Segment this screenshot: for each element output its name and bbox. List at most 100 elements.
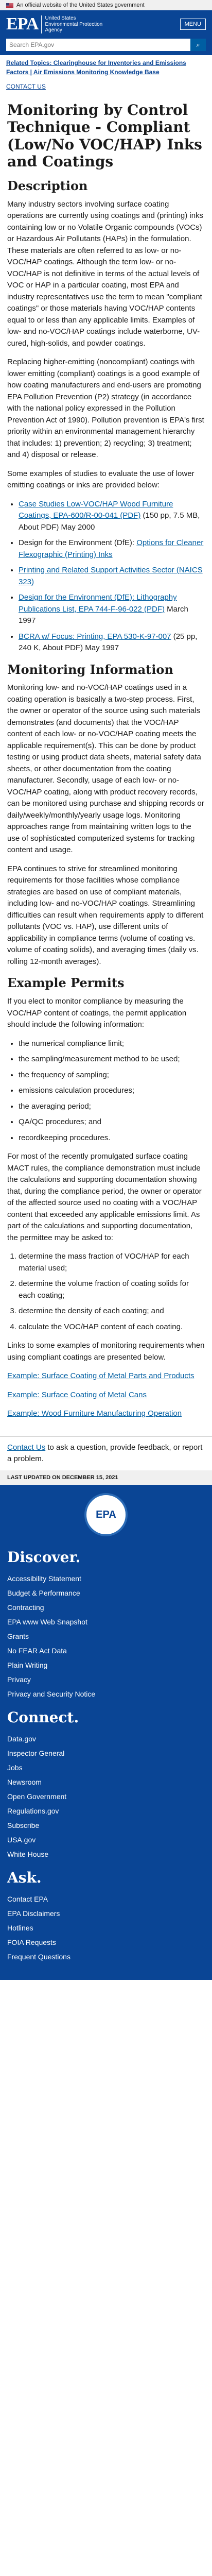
footer-link[interactable]: Frequent Questions xyxy=(7,1953,70,1961)
permit-info-list: the numerical compliance limit; the samp… xyxy=(19,1038,205,1144)
footer-link[interactable]: Budget & Performance xyxy=(7,1589,80,1597)
list-item: Grants xyxy=(7,1631,205,1642)
discover-heading: Discover. xyxy=(7,1549,81,1566)
footer-link[interactable]: Subscribe xyxy=(7,1821,39,1829)
site-footer: EPA Discover. Accessibility Statement Bu… xyxy=(0,1485,212,1980)
list-item: Newsroom xyxy=(7,1777,205,1788)
related-topics-link[interactable]: Related Topics: Clearinghouse for Invent… xyxy=(6,59,186,76)
footer-link[interactable]: White House xyxy=(7,1850,48,1858)
list-item: Inspector General xyxy=(7,1748,205,1759)
list-item: emissions calculation procedures; xyxy=(19,1085,205,1097)
study-link[interactable]: BCRA w/ Focus: Printing, EPA 530-K-97-00… xyxy=(19,632,171,641)
list-item: No FEAR Act Data xyxy=(7,1646,205,1656)
list-item: Subscribe xyxy=(7,1820,205,1831)
example-link[interactable]: Example: Surface Coating of Metal Cans xyxy=(7,1391,147,1399)
agency-name: United States Environmental Protection A… xyxy=(41,15,102,33)
list-item: Jobs xyxy=(7,1762,205,1773)
list-item: EPA Disclaimers xyxy=(7,1908,205,1919)
footer-link[interactable]: Jobs xyxy=(7,1764,23,1772)
list-item: calculate the VOC/HAP content of each co… xyxy=(19,1321,205,1333)
footer-link[interactable]: Data.gov xyxy=(7,1735,36,1743)
main-content: Monitoring by Control Technique - Compli… xyxy=(0,93,212,1431)
list-item: the numerical compliance limit; xyxy=(19,1038,205,1050)
list-item: determine the volume fraction of coating… xyxy=(19,1278,205,1301)
permits-paragraph: Links to some examples of monitoring req… xyxy=(7,1341,205,1362)
footer-link[interactable]: Privacy xyxy=(7,1675,31,1684)
list-item: BCRA w/ Focus: Printing, EPA 530-K-97-00… xyxy=(19,631,205,654)
list-item: Accessibility Statement xyxy=(7,1573,205,1584)
footer-link[interactable]: USA.gov xyxy=(7,1836,36,1844)
footer-link[interactable]: Regulations.gov xyxy=(7,1807,59,1815)
contact-us-link[interactable]: Contact Us xyxy=(7,1443,45,1452)
footer-link[interactable]: EPA www Web Snapshot xyxy=(7,1618,87,1626)
contact-us-top: CONTACT US xyxy=(0,80,212,93)
gov-banner: An official website of the United States… xyxy=(0,0,212,10)
site-header: EPA United States Environmental Protecti… xyxy=(0,10,212,55)
gov-banner-text: An official website of the United States… xyxy=(16,2,145,8)
footer-link[interactable]: Open Government xyxy=(7,1792,66,1801)
list-item: USA.gov xyxy=(7,1835,205,1845)
example-link[interactable]: Example: Wood Furniture Manufacturing Op… xyxy=(7,1409,182,1418)
last-updated: LAST UPDATED ON DECEMBER 15, 2021 xyxy=(0,1470,212,1485)
list-item: Data.gov xyxy=(7,1734,205,1744)
contact-us-top-link[interactable]: CONTACT US xyxy=(6,83,46,90)
ask-heading: Ask. xyxy=(7,1869,42,1887)
search-input[interactable] xyxy=(6,38,190,51)
footer-link[interactable]: Accessibility Statement xyxy=(7,1574,81,1583)
related-topics: Related Topics: Clearinghouse for Invent… xyxy=(0,55,212,80)
list-item: Frequent Questions xyxy=(7,1952,205,1962)
footer-link[interactable]: Newsroom xyxy=(7,1778,42,1786)
list-item: determine the mass fraction of VOC/HAP f… xyxy=(19,1251,205,1274)
list-item: Hotlines xyxy=(7,1923,205,1934)
menu-button[interactable]: MENU xyxy=(180,19,206,30)
list-item: the averaging period; xyxy=(19,1101,205,1113)
list-item: EPA www Web Snapshot xyxy=(7,1617,205,1628)
epa-seal-icon: EPA xyxy=(84,1493,128,1537)
footer-link[interactable]: FOIA Requests xyxy=(7,1938,56,1946)
permit-steps-list: determine the mass fraction of VOC/HAP f… xyxy=(19,1251,205,1333)
epa-logo[interactable]: EPA United States Environmental Protecti… xyxy=(6,15,102,33)
description-paragraph: Some examples of studies to evaluate the… xyxy=(7,469,195,490)
list-item: Plain Writing xyxy=(7,1660,205,1671)
example-link[interactable]: Example: Surface Coating of Metal Parts … xyxy=(7,1371,195,1380)
ask-list: Contact EPA EPA Disclaimers Hotlines FOI… xyxy=(7,1894,205,1962)
search-button[interactable]: ⌕ xyxy=(190,38,206,51)
example-item: Example: Wood Furniture Manufacturing Op… xyxy=(7,1408,205,1420)
footer-link[interactable]: Contact EPA xyxy=(7,1895,48,1903)
list-item: Contact EPA xyxy=(7,1894,205,1905)
list-item: Privacy xyxy=(7,1674,205,1685)
monitoring-heading: Monitoring Information xyxy=(7,662,173,677)
footer-link[interactable]: No FEAR Act Data xyxy=(7,1647,67,1655)
list-item: the sampling/measurement method to be us… xyxy=(19,1054,205,1065)
connect-list: Data.gov Inspector General Jobs Newsroom… xyxy=(7,1734,205,1860)
study-link[interactable]: Printing and Related Support Activities … xyxy=(19,566,203,586)
list-item: QA/QC procedures; and xyxy=(19,1116,205,1128)
list-item: Privacy and Security Notice xyxy=(7,1689,205,1700)
example-item: Example: Surface Coating of Metal Parts … xyxy=(7,1370,205,1382)
list-item: Open Government xyxy=(7,1791,205,1802)
contact-box: Contact Us to ask a question, provide fe… xyxy=(0,1436,212,1470)
monitoring-paragraph: Monitoring low- and no-VOC/HAP coatings … xyxy=(7,683,204,855)
list-item: determine the density of each coating; a… xyxy=(19,1306,205,1317)
study-link[interactable]: Design for the Environment (DfE): Lithog… xyxy=(19,593,177,614)
epa-logo-mark: EPA xyxy=(6,14,39,34)
list-item: Printing and Related Support Activities … xyxy=(19,565,205,588)
list-item: the frequency of sampling; xyxy=(19,1070,205,1081)
search-bar: ⌕ xyxy=(6,38,206,51)
description-paragraph: Many industry sectors involving surface … xyxy=(7,199,204,348)
footer-link[interactable]: Privacy and Security Notice xyxy=(7,1690,95,1698)
description-paragraph: Replacing higher-emitting (noncompliant)… xyxy=(7,358,204,460)
connect-heading: Connect. xyxy=(7,1709,79,1726)
footer-link[interactable]: EPA Disclaimers xyxy=(7,1909,60,1918)
search-icon: ⌕ xyxy=(196,40,200,48)
list-item: recordkeeping procedures. xyxy=(19,1132,205,1144)
footer-link[interactable]: Contracting xyxy=(7,1603,44,1612)
list-item: Budget & Performance xyxy=(7,1588,205,1599)
footer-link[interactable]: Grants xyxy=(7,1632,29,1640)
footer-link[interactable]: Plain Writing xyxy=(7,1661,47,1669)
list-item: Design for the Environment (DfE): Lithog… xyxy=(19,592,205,627)
permits-heading: Example Permits xyxy=(7,975,125,991)
page-title: Monitoring by Control Technique - Compli… xyxy=(7,101,202,171)
footer-link[interactable]: Hotlines xyxy=(7,1924,33,1932)
footer-link[interactable]: Inspector General xyxy=(7,1749,64,1757)
